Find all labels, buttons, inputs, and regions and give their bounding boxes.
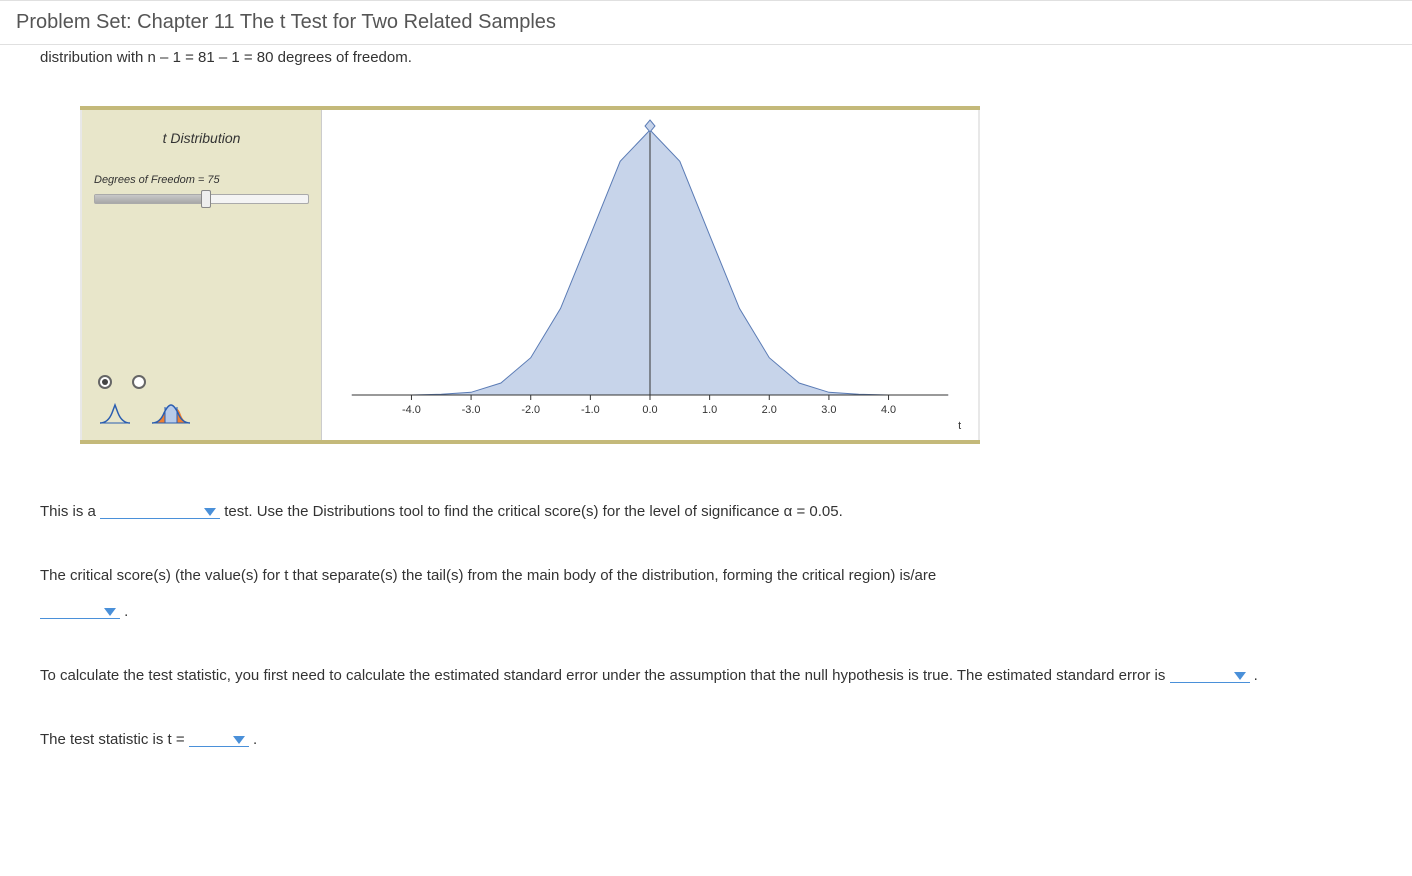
svg-text:-3.0: -3.0: [462, 404, 481, 416]
radio-option-1[interactable]: [98, 375, 112, 389]
q4-text-a: The test statistic is t =: [40, 731, 185, 748]
radio-group: [82, 367, 321, 397]
df-slider[interactable]: [94, 194, 309, 214]
svg-text:-1.0: -1.0: [581, 404, 600, 416]
q3-text-b: .: [1254, 667, 1258, 684]
tool-side-panel: t Distribution Degrees of Freedom = 75: [82, 110, 322, 440]
svg-text:t: t: [958, 420, 961, 432]
chevron-down-icon: [1234, 672, 1246, 680]
distribution-chart: -4.0 -3.0 -2.0 -1.0 0.0 1.0 2.0 3.0 4.0 t: [322, 110, 978, 440]
q1-text-a: This is a: [40, 503, 96, 520]
chevron-down-icon: [204, 508, 216, 516]
single-curve-icon[interactable]: [98, 403, 132, 430]
shaded-curve-icon[interactable]: [150, 403, 192, 430]
svg-text:2.0: 2.0: [762, 404, 777, 416]
svg-text:3.0: 3.0: [821, 404, 836, 416]
tool-title: t Distribution: [82, 130, 321, 146]
intro-line: distribution with n – 1 = 81 – 1 = 80 de…: [0, 45, 1412, 66]
chevron-down-icon: [233, 736, 245, 744]
q3-text-a: To calculate the test statistic, you fir…: [40, 667, 1165, 684]
test-statistic-dropdown[interactable]: [189, 736, 249, 747]
standard-error-dropdown[interactable]: [1170, 672, 1250, 683]
svg-text:-4.0: -4.0: [402, 404, 421, 416]
degrees-of-freedom-label: Degrees of Freedom = 75: [94, 174, 321, 186]
critical-score-dropdown[interactable]: [40, 608, 120, 619]
radio-option-2[interactable]: [132, 375, 146, 389]
q4-text-b: .: [253, 731, 257, 748]
svg-text:-2.0: -2.0: [521, 404, 540, 416]
svg-text:4.0: 4.0: [881, 404, 896, 416]
slider-thumb-icon[interactable]: [201, 190, 211, 208]
tool-bottom-bar: [80, 440, 980, 444]
q1-text-b: test. Use the Distributions tool to find…: [224, 503, 843, 520]
distribution-tool: t Distribution Degrees of Freedom = 75: [80, 106, 1372, 444]
q2-text: The critical score(s) (the value(s) for …: [40, 567, 936, 584]
svg-text:0.0: 0.0: [642, 404, 657, 416]
chevron-down-icon: [104, 608, 116, 616]
svg-text:1.0: 1.0: [702, 404, 717, 416]
q2-text-b: .: [124, 603, 128, 620]
question-body: This is a test. Use the Distributions to…: [40, 494, 1372, 758]
test-type-dropdown[interactable]: [100, 508, 220, 519]
page-title: Problem Set: Chapter 11 The t Test for T…: [0, 0, 1412, 45]
